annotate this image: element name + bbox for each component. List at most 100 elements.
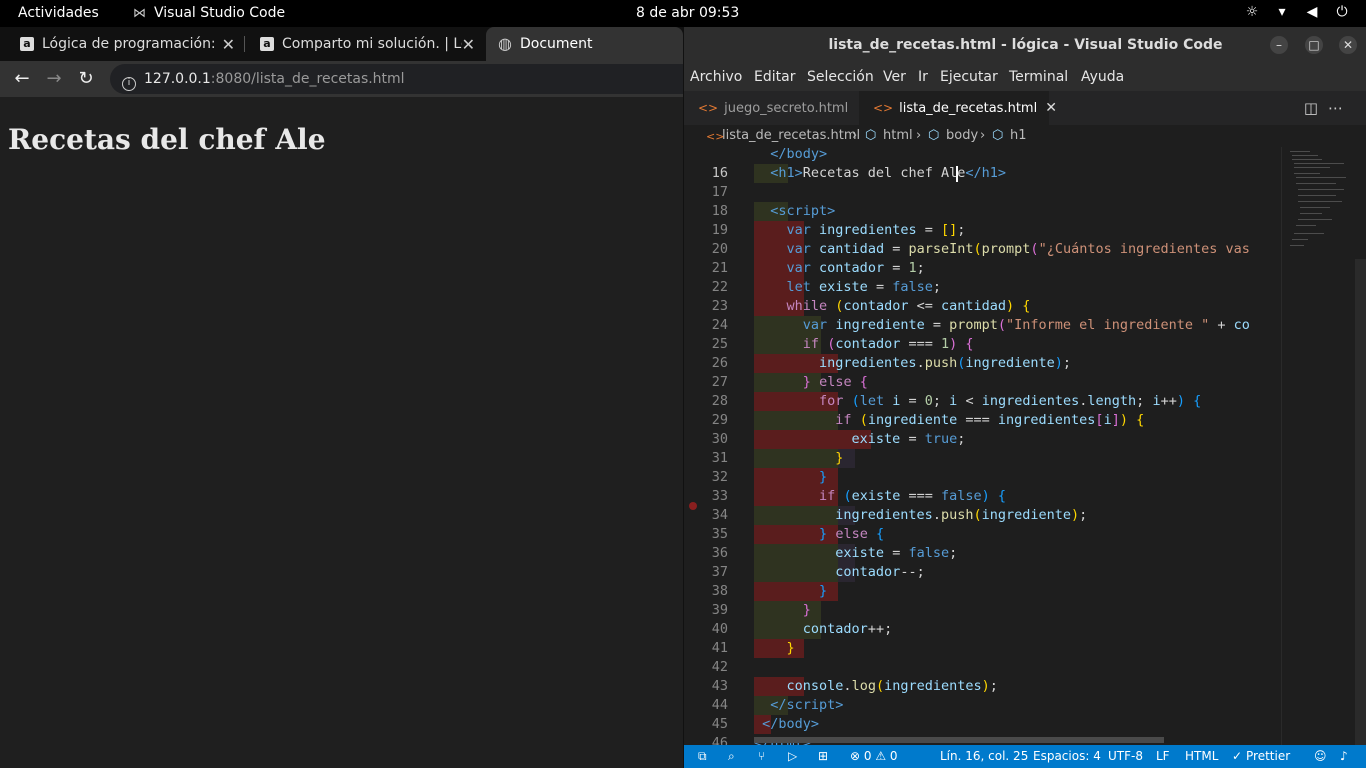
tab-label: lista_de_recetas.html — [899, 100, 1038, 116]
vscode-titlebar: lista_de_recetas.html - lógica - Visual … — [684, 27, 1366, 63]
line-number: 40 — [711, 621, 728, 637]
status-bar: ⧉ ⌕ ⑂ ▷ ⊞ ⊗ 0 ⚠ 0 Lín. 16, col. 25 Espac… — [684, 745, 1366, 768]
code-line: } else { — [819, 526, 885, 542]
code-line: if (ingrediente === ingredientes[i]) { — [835, 412, 1145, 428]
browser-tab-comparto[interactable]: a Comparto mi solución. | Lo ✕ — [240, 27, 485, 61]
menu-seleccion[interactable]: Selección — [807, 69, 874, 85]
code-line: } — [835, 450, 844, 466]
line-number: 32 — [711, 469, 728, 485]
page-heading: Recetas del chef Ale — [8, 123, 326, 156]
close-tab-icon[interactable]: ✕ — [462, 35, 475, 54]
close-window-icon[interactable]: ✕ — [1339, 36, 1357, 54]
breadcrumb-h1[interactable]: h1 — [1010, 128, 1027, 143]
more-actions-icon[interactable]: ⋯ — [1328, 99, 1353, 117]
tab-lista-de-recetas[interactable]: <> lista_de_recetas.html ✕ — [859, 91, 1057, 125]
activities-button[interactable]: Actividades — [18, 5, 99, 21]
menu-ir[interactable]: Ir — [918, 69, 928, 85]
horizontal-scrollbar[interactable] — [754, 737, 1164, 743]
forward-icon[interactable]: → — [42, 67, 66, 91]
menu-terminal[interactable]: Terminal — [1009, 69, 1068, 85]
wifi-icon[interactable]: ▾ — [1274, 4, 1290, 20]
line-number: 39 — [711, 602, 728, 618]
line-number: 41 — [711, 640, 728, 656]
line-number: 45 — [711, 716, 728, 732]
chevron-right-icon: › — [852, 128, 858, 143]
code-line: if (contador === 1) { — [802, 336, 974, 352]
breadcrumb-file[interactable]: lista_de_recetas.html — [722, 128, 860, 143]
bell-icon[interactable]: ♪ — [1340, 749, 1348, 763]
scrollbar[interactable] — [1355, 259, 1366, 745]
tab-juego-secreto[interactable]: <> juego_secreto.html — [684, 91, 859, 125]
editor-actions[interactable]: ◫⋯ — [1304, 99, 1353, 117]
line-number: 43 — [711, 678, 728, 694]
code-line: } — [819, 583, 828, 599]
code-line: if (existe === false) { — [819, 488, 1007, 504]
source-control-icon[interactable]: ⑂ — [758, 749, 765, 763]
alura-icon: a — [260, 37, 274, 51]
menu-archivo[interactable]: Archivo — [690, 69, 742, 85]
address-bar[interactable]: i 127.0.0.1:8080/lista_de_recetas.html — [110, 64, 700, 94]
menu-ejecutar[interactable]: Ejecutar — [940, 69, 998, 85]
code-editor[interactable]: 16 17 18 19 20 21 22 23 24 25 26 27 28 29 30 31 32 33 34 35… — [684, 147, 1281, 745]
run-debug-icon[interactable]: ▷ — [788, 749, 797, 763]
clock[interactable]: 8 de abr 09:53 — [636, 5, 739, 21]
breadcrumb-html[interactable]: html — [883, 128, 913, 143]
line-number: 18 — [711, 203, 728, 219]
extensions-icon[interactable]: ⊞ — [818, 749, 828, 763]
code-line: var contador = 1; — [786, 260, 925, 276]
indentation-setting[interactable]: Espacios: 4 — [1033, 749, 1101, 763]
minimize-icon[interactable]: – — [1270, 36, 1288, 54]
problems-indicator[interactable]: ⊗ 0 ⚠ 0 — [850, 749, 898, 763]
code-line: console.log(ingredientes); — [786, 678, 998, 694]
power-icon[interactable]: ⏻ — [1334, 4, 1350, 20]
back-icon[interactable]: ← — [10, 67, 34, 91]
search-icon[interactable]: ⌕ — [728, 749, 735, 764]
browser-tab-logica[interactable]: a Lógica de programación: ✕ — [0, 27, 245, 61]
encoding-setting[interactable]: UTF-8 — [1108, 749, 1143, 763]
breakpoint-icon[interactable] — [689, 502, 697, 510]
code-line: var cantidad = parseInt(prompt("¿Cuántos… — [786, 241, 1250, 257]
app-menu[interactable]: ⋈ Visual Studio Code — [133, 5, 285, 21]
code-line: </body> — [754, 147, 828, 162]
menu-editar[interactable]: Editar — [754, 69, 795, 85]
tab-title: Lógica de programación: — [42, 36, 214, 52]
close-tab-icon[interactable]: ✕ — [1045, 100, 1057, 116]
minimap[interactable] — [1281, 147, 1366, 745]
breadcrumb-body[interactable]: body — [946, 128, 978, 143]
element-icon: ⬡ — [928, 128, 940, 143]
code-line: var ingrediente = prompt("Informe el ing… — [802, 317, 1250, 333]
line-number: 44 — [711, 697, 728, 713]
feedback-icon[interactable]: ☺ — [1314, 749, 1327, 763]
browser-toolbar: ← → ↻ i 127.0.0.1:8080/lista_de_recetas.h… — [0, 61, 700, 97]
maximize-icon[interactable]: □ — [1305, 36, 1323, 54]
reload-icon[interactable]: ↻ — [74, 67, 98, 91]
line-number: 20 — [711, 241, 728, 257]
menu-ayuda[interactable]: Ayuda — [1081, 69, 1124, 85]
html-file-icon: <> — [873, 101, 894, 115]
language-mode[interactable]: HTML — [1185, 749, 1218, 763]
prettier-status[interactable]: Prettier — [1246, 749, 1290, 763]
code-line: </script> — [770, 697, 844, 713]
element-icon: ⬡ — [865, 128, 877, 143]
system-topbar: Actividades ⋈ Visual Studio Code 8 de ab… — [0, 0, 1366, 27]
cursor-position[interactable]: Lín. 16, col. 25 — [940, 749, 1028, 763]
code-line: ingredientes.push(ingrediente); — [835, 507, 1088, 523]
site-info-icon[interactable]: i — [122, 77, 136, 91]
window-title: lista_de_recetas.html - lógica - Visual … — [828, 37, 1223, 53]
code-line: let existe = false; — [786, 279, 941, 295]
line-number: 37 — [711, 564, 728, 580]
split-editor-icon[interactable]: ◫ — [1304, 99, 1328, 117]
browser-tab-document[interactable]: ◍ Document — [486, 27, 683, 61]
menu-ver[interactable]: Ver — [883, 69, 906, 85]
breadcrumb: <> lista_de_recetas.html › ⬡ html › ⬡ bo… — [684, 125, 1366, 147]
code-line: </body> — [762, 716, 820, 732]
url-path: :8080/lista_de_recetas.html — [210, 71, 405, 87]
brightness-icon[interactable]: ☼ — [1244, 4, 1260, 20]
line-number: 16 — [711, 165, 728, 181]
remote-icon[interactable]: ⧉ — [698, 749, 707, 764]
line-number: 29 — [711, 412, 728, 428]
volume-icon[interactable]: ◀ — [1304, 4, 1320, 20]
system-tray[interactable]: ☼ ▾ ◀ ⏻ — [1244, 4, 1350, 20]
eol-setting[interactable]: LF — [1156, 749, 1170, 763]
close-tab-icon[interactable]: ✕ — [222, 35, 235, 54]
